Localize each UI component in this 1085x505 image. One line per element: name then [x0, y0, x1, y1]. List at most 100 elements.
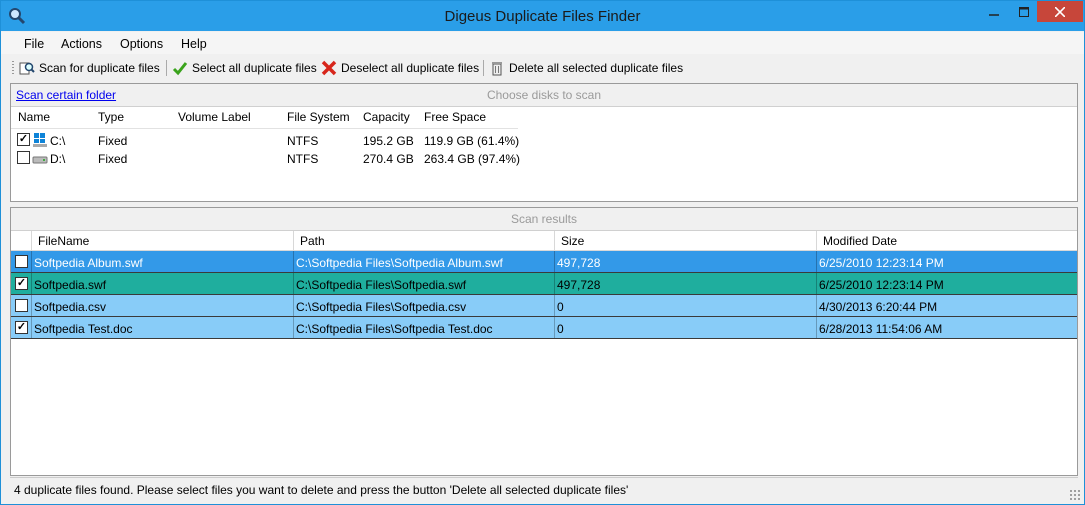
result-path: C:\Softpedia Files\Softpedia.swf: [296, 278, 467, 292]
menu-actions[interactable]: Actions: [61, 37, 102, 51]
window-title: Digeus Duplicate Files Finder: [444, 8, 641, 25]
cell-divider: [31, 251, 32, 272]
menu-help[interactable]: Help: [181, 37, 207, 51]
disk-row-c[interactable]: ✓ C:\ Fixed NTFS 195.2 GB 119.9 GB (61.4…: [11, 132, 1077, 150]
windows-drive-icon: [33, 133, 47, 147]
result-row[interactable]: Softpedia Album.swf C:\Softpedia Files\So…: [11, 251, 1077, 273]
result-row[interactable]: ✓ Softpedia.swf C:\Softpedia Files\Softped…: [11, 273, 1077, 295]
deselect-all-button[interactable]: Deselect all duplicate files: [321, 59, 479, 77]
disks-column-headers: Name Type Volume Label File System Capac…: [11, 110, 1077, 128]
col-filename[interactable]: FileName: [38, 234, 89, 248]
result-modified-date: 4/30/2013 6:20:44 PM: [819, 300, 938, 314]
app-window: Digeus Duplicate Files Finder File Actio…: [0, 0, 1085, 505]
scan-label: Scan for duplicate files: [39, 61, 160, 75]
disk-fs: NTFS: [287, 152, 319, 166]
delete-selected-label: Delete all selected duplicate files: [509, 61, 684, 75]
drive-icon: [32, 156, 48, 164]
deselect-all-label: Deselect all duplicate files: [341, 61, 480, 75]
col-size[interactable]: Size: [561, 234, 584, 248]
cell-divider: [816, 295, 817, 316]
result-checkbox[interactable]: ✓: [15, 321, 28, 334]
red-x-icon: [321, 60, 337, 76]
results-panel: Scan results FileName Path Size Modified…: [10, 207, 1078, 476]
result-size: 0: [557, 322, 564, 336]
close-icon: [1055, 6, 1065, 17]
select-all-button[interactable]: Select all duplicate files: [172, 59, 317, 77]
disk-free: 119.9 GB (61.4%): [424, 134, 520, 148]
col-volume-label[interactable]: Volume Label: [178, 110, 251, 124]
disks-panel-header: Scan certain folder Choose disks to scan: [11, 84, 1077, 107]
result-row[interactable]: ✓ Softpedia Test.doc C:\Softpedia Files\So…: [11, 317, 1077, 339]
result-filename: Softpedia.swf: [34, 278, 107, 292]
col-divider[interactable]: [293, 231, 294, 250]
select-all-label: Select all duplicate files: [192, 61, 317, 75]
cell-divider: [554, 317, 555, 338]
menu-file[interactable]: File: [24, 37, 44, 51]
disk-capacity: 270.4 GB: [363, 152, 414, 166]
checkmark-icon: [172, 62, 188, 76]
col-divider[interactable]: [554, 231, 555, 250]
result-path: C:\Softpedia Files\Softpedia Album.swf: [296, 256, 503, 270]
cell-divider: [554, 251, 555, 272]
disk-free: 263.4 GB (97.4%): [424, 152, 521, 166]
result-checkbox[interactable]: ✓: [15, 277, 28, 290]
col-file-system[interactable]: File System: [287, 110, 350, 124]
disks-header-divider: [11, 128, 518, 129]
status-text: 4 duplicate files found. Please select f…: [14, 483, 629, 497]
result-size: 497,728: [557, 256, 601, 270]
cell-divider: [293, 317, 294, 338]
disk-type: Fixed: [98, 134, 128, 148]
toolbar: Scan for duplicate files Select all dupl…: [1, 55, 1084, 81]
col-name[interactable]: Name: [18, 110, 50, 124]
disk-d-checkbox[interactable]: [17, 151, 30, 164]
col-free-space[interactable]: Free Space: [424, 110, 486, 124]
result-modified-date: 6/25/2010 12:23:14 PM: [819, 256, 944, 270]
status-bar: 4 duplicate files found. Please select f…: [10, 477, 1078, 500]
cell-divider: [293, 295, 294, 316]
result-path: C:\Softpedia Files\Softpedia.csv: [296, 300, 467, 314]
col-divider[interactable]: [816, 231, 817, 250]
result-checkbox[interactable]: [15, 255, 28, 268]
col-type[interactable]: Type: [98, 110, 124, 124]
menu-bar: File Actions Options Help: [1, 32, 1084, 54]
disks-panel: Scan certain folder Choose disks to scan…: [10, 83, 1078, 202]
result-filename: Softpedia.csv: [34, 300, 107, 314]
col-capacity[interactable]: Capacity: [363, 110, 410, 124]
trash-icon: [492, 62, 502, 76]
result-size: 0: [557, 300, 564, 314]
minimize-button[interactable]: [977, 1, 1011, 22]
result-filename: Softpedia Test.doc: [34, 322, 133, 336]
delete-selected-button[interactable]: Delete all selected duplicate files: [489, 59, 683, 77]
disk-c-checkbox[interactable]: ✓: [17, 133, 30, 146]
result-filename: Softpedia Album.swf: [34, 256, 143, 270]
col-path[interactable]: Path: [300, 234, 325, 248]
result-path: C:\Softpedia Files\Softpedia Test.doc: [296, 322, 493, 336]
toolbar-grip[interactable]: [12, 61, 14, 75]
disk-row-d[interactable]: D:\ Fixed NTFS 270.4 GB 263.4 GB (97.4%): [11, 150, 1077, 168]
disk-capacity: 195.2 GB: [363, 134, 414, 148]
disk-name: D:\: [50, 152, 66, 166]
result-row[interactable]: Softpedia.csv C:\Softpedia Files\Softpedi…: [11, 295, 1077, 317]
menu-options[interactable]: Options: [120, 37, 163, 51]
cell-divider: [293, 273, 294, 294]
result-checkbox[interactable]: [15, 299, 28, 312]
maximize-button[interactable]: [1011, 1, 1037, 22]
cell-divider: [816, 251, 817, 272]
close-button[interactable]: [1037, 1, 1083, 22]
title-bar[interactable]: Digeus Duplicate Files Finder: [1, 1, 1084, 31]
cell-divider: [816, 317, 817, 338]
cell-divider: [293, 251, 294, 272]
disks-header-label: Choose disks to scan: [486, 88, 602, 102]
cell-divider: [31, 295, 32, 316]
col-modified-date[interactable]: Modified Date: [823, 234, 897, 248]
results-column-headers: FileName Path Size Modified Date: [11, 231, 1077, 251]
scan-button[interactable]: Scan for duplicate files: [19, 59, 160, 77]
resize-grip[interactable]: [1069, 489, 1081, 501]
result-size: 497,728: [557, 278, 601, 292]
col-divider[interactable]: [31, 231, 32, 250]
scan-icon: [19, 62, 35, 75]
minimize-icon: [989, 13, 999, 16]
cell-divider: [554, 273, 555, 294]
results-header-label: Scan results: [510, 212, 578, 226]
maximize-icon: [1019, 6, 1029, 17]
